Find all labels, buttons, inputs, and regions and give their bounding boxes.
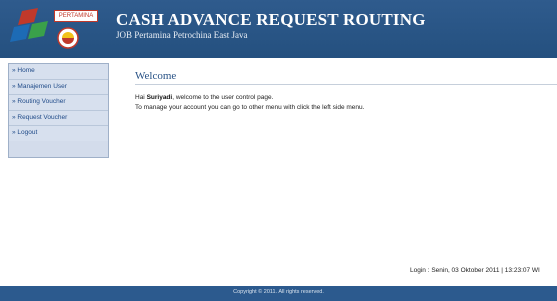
sidebar-item-home[interactable]: » Home [9,64,108,80]
user-name: Suriyadi [146,94,173,101]
pertamina-logo: PERTAMINA [10,6,110,52]
logo-wordmark: PERTAMINA [54,10,98,22]
app-header: PERTAMINA CASH ADVANCE REQUEST ROUTING J… [0,0,557,58]
welcome-message: Hai Suriyadi, welcome to the user contro… [135,94,273,101]
sidebar-menu: » Home » Manajemen User » Routing Vouche… [8,63,109,158]
sidebar-item-logout[interactable]: » Logout [9,126,108,141]
title-divider [135,84,557,85]
copyright-text: Copyright © 2011. All rights reserved. [233,289,324,295]
greeting-suffix: , welcome to the user control page. [172,94,274,101]
sidebar-item-routing-voucher[interactable]: » Routing Voucher [9,95,108,111]
sidebar-item-manajemen-user[interactable]: » Manajemen User [9,79,108,95]
footer: Copyright © 2011. All rights reserved. [0,286,557,301]
login-info: Login : Senin, 03 Oktober 2011 | 13:23:0… [410,267,540,274]
greeting-prefix: Hai [135,94,147,101]
page-title: Welcome [135,70,177,82]
main-content: Welcome Hai Suriyadi, welcome to the use… [118,63,557,284]
app-subtitle: JOB Pertamina Petrochina East Java [116,30,248,40]
instruction-text: To manage your account you can go to oth… [135,104,365,111]
sidebar-item-request-voucher[interactable]: » Request Voucher [9,110,108,126]
app-title: CASH ADVANCE REQUEST ROUTING [116,10,426,29]
